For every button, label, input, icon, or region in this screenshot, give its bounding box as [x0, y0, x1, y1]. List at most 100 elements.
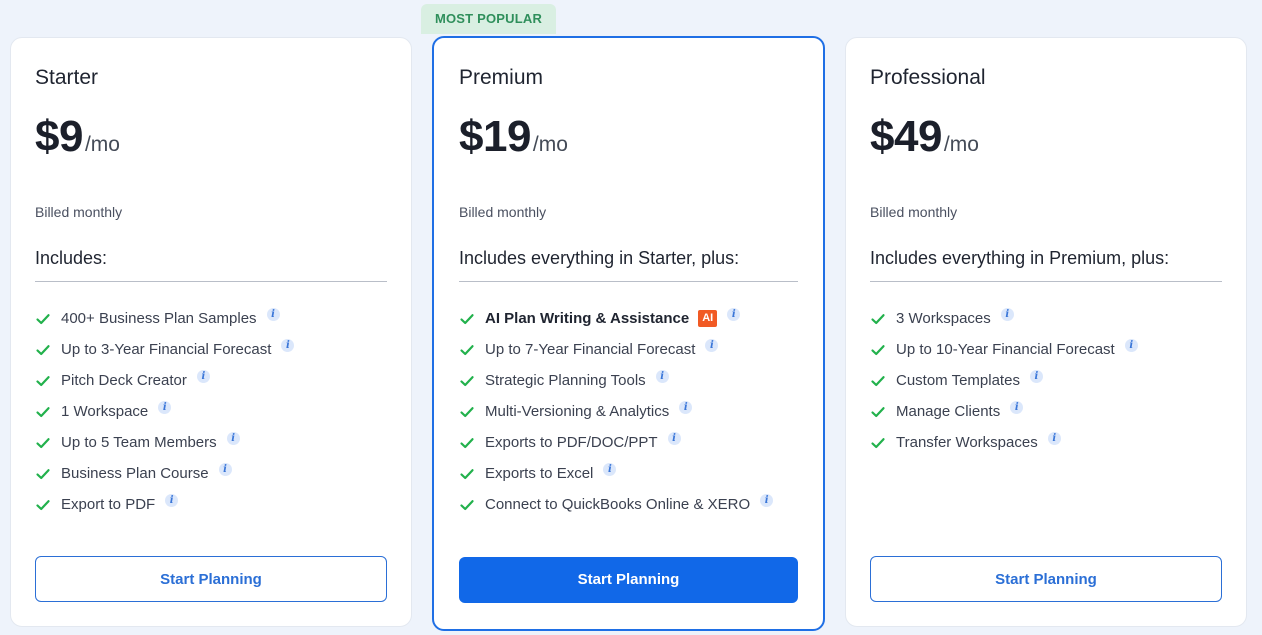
- check-icon: [460, 437, 474, 448]
- check-icon: [36, 313, 50, 324]
- feature-item: Up to 5 Team Members i: [35, 427, 387, 458]
- check-icon: [36, 344, 50, 355]
- info-icon[interactable]: i: [1029, 370, 1043, 383]
- info-icon[interactable]: i: [603, 463, 617, 476]
- price-amount: $19: [459, 112, 531, 161]
- start-planning-button[interactable]: Start Planning: [35, 556, 387, 602]
- info-icon[interactable]: i: [679, 401, 693, 414]
- plan-price: $49/mo: [870, 112, 979, 162]
- billing-note: Billed monthly: [870, 204, 958, 220]
- feature-item: Exports to PDF/DOC/PPT i: [459, 427, 798, 458]
- feature-item: Transfer Workspaces i: [870, 427, 1222, 458]
- feature-label: 400+ Business Plan Samples: [61, 310, 257, 327]
- feature-label: Business Plan Course: [61, 465, 209, 482]
- info-icon[interactable]: i: [266, 308, 280, 321]
- feature-label: Manage Clients: [896, 403, 1001, 420]
- feature-item: Exports to Excel i: [459, 458, 798, 489]
- feature-list: 3 Workspaces i Up to 10-Year Financial For…: [870, 303, 1222, 458]
- feature-label: Up to 3-Year Financial Forecast: [61, 341, 272, 358]
- feature-list: 400+ Business Plan Samples i Up to 3-Year …: [35, 303, 387, 520]
- feature-label: Exports to Excel: [485, 465, 594, 482]
- info-icon[interactable]: i: [727, 308, 741, 321]
- plan-price: $9/mo: [35, 112, 120, 162]
- feature-label: Export to PDF: [61, 496, 156, 513]
- feature-item: Connect to QuickBooks Online & XERO i: [459, 489, 798, 520]
- feature-label: Up to 7-Year Financial Forecast: [485, 341, 696, 358]
- plan-name: Premium: [459, 66, 544, 89]
- feature-item: Multi-Versioning & Analytics i: [459, 396, 798, 427]
- feature-list: AI Plan Writing & Assistance AI i Up to 7-Y…: [459, 303, 798, 520]
- feature-label: Pitch Deck Creator: [61, 372, 187, 389]
- start-planning-button[interactable]: Start Planning: [459, 557, 798, 603]
- feature-item: Strategic Planning Tools i: [459, 365, 798, 396]
- info-icon[interactable]: i: [1010, 401, 1024, 414]
- plan-price: $19/mo: [459, 112, 568, 162]
- plan-card-starter: Starter $9/mo Billed monthly Includes: 4…: [10, 37, 412, 627]
- feature-item: Business Plan Course i: [35, 458, 387, 489]
- feature-label: Up to 10-Year Financial Forecast: [896, 341, 1115, 358]
- info-icon[interactable]: i: [1000, 308, 1014, 321]
- info-icon[interactable]: i: [196, 370, 210, 383]
- feature-label: AI Plan Writing & Assistance: [485, 310, 690, 327]
- plan-card-professional: Professional $49/mo Billed monthly Inclu…: [845, 37, 1247, 627]
- check-icon: [460, 468, 474, 479]
- feature-label: Up to 5 Team Members: [61, 434, 217, 451]
- info-icon[interactable]: i: [158, 401, 172, 414]
- feature-label: 1 Workspace: [61, 403, 149, 420]
- check-icon: [871, 344, 885, 355]
- plan-card-premium: Premium $19/mo Billed monthly Includes e…: [432, 36, 825, 631]
- info-icon[interactable]: i: [1124, 339, 1138, 352]
- check-icon: [871, 313, 885, 324]
- check-icon: [871, 406, 885, 417]
- price-amount: $9: [35, 112, 83, 161]
- plan-name: Professional: [870, 66, 986, 89]
- price-period: /mo: [943, 133, 979, 156]
- feature-item: Up to 10-Year Financial Forecast i: [870, 334, 1222, 365]
- feature-label: Exports to PDF/DOC/PPT: [485, 434, 658, 451]
- check-icon: [460, 499, 474, 510]
- start-planning-button[interactable]: Start Planning: [870, 556, 1222, 602]
- feature-item: 3 Workspaces i: [870, 303, 1222, 334]
- billing-note: Billed monthly: [35, 204, 123, 220]
- check-icon: [871, 375, 885, 386]
- info-icon[interactable]: i: [165, 494, 179, 507]
- feature-item: Custom Templates i: [870, 365, 1222, 396]
- check-icon: [36, 406, 50, 417]
- info-icon[interactable]: i: [667, 432, 681, 445]
- feature-label: Multi-Versioning & Analytics: [485, 403, 670, 420]
- feature-item: Up to 7-Year Financial Forecast i: [459, 334, 798, 365]
- feature-label: Strategic Planning Tools: [485, 372, 646, 389]
- check-icon: [36, 437, 50, 448]
- check-icon: [36, 499, 50, 510]
- info-icon[interactable]: i: [226, 432, 240, 445]
- check-icon: [36, 375, 50, 386]
- check-icon: [460, 375, 474, 386]
- feature-label: Transfer Workspaces: [896, 434, 1038, 451]
- info-icon[interactable]: i: [1047, 432, 1061, 445]
- feature-item: Export to PDF i: [35, 489, 387, 520]
- feature-item: Up to 3-Year Financial Forecast i: [35, 334, 387, 365]
- includes-heading: Includes everything in Starter, plus:: [459, 248, 798, 282]
- check-icon: [36, 468, 50, 479]
- feature-label: Custom Templates: [896, 372, 1020, 389]
- check-icon: [871, 437, 885, 448]
- info-icon[interactable]: i: [281, 339, 295, 352]
- feature-item: AI Plan Writing & Assistance AI i: [459, 303, 798, 334]
- plan-name: Starter: [35, 66, 99, 89]
- info-icon[interactable]: i: [655, 370, 669, 383]
- includes-heading: Includes:: [35, 248, 387, 282]
- info-icon[interactable]: i: [760, 494, 774, 507]
- feature-item: 1 Workspace i: [35, 396, 387, 427]
- check-icon: [460, 406, 474, 417]
- feature-label: Connect to QuickBooks Online & XERO: [485, 496, 751, 513]
- check-icon: [460, 313, 474, 324]
- feature-item: 400+ Business Plan Samples i: [35, 303, 387, 334]
- billing-note: Billed monthly: [459, 204, 547, 220]
- includes-heading: Includes everything in Premium, plus:: [870, 248, 1222, 282]
- feature-item: Pitch Deck Creator i: [35, 365, 387, 396]
- info-icon[interactable]: i: [218, 463, 232, 476]
- info-icon[interactable]: i: [705, 339, 719, 352]
- price-period: /mo: [532, 133, 568, 156]
- ai-badge: AI: [698, 310, 718, 327]
- most-popular-badge: MOST POPULAR: [421, 4, 556, 34]
